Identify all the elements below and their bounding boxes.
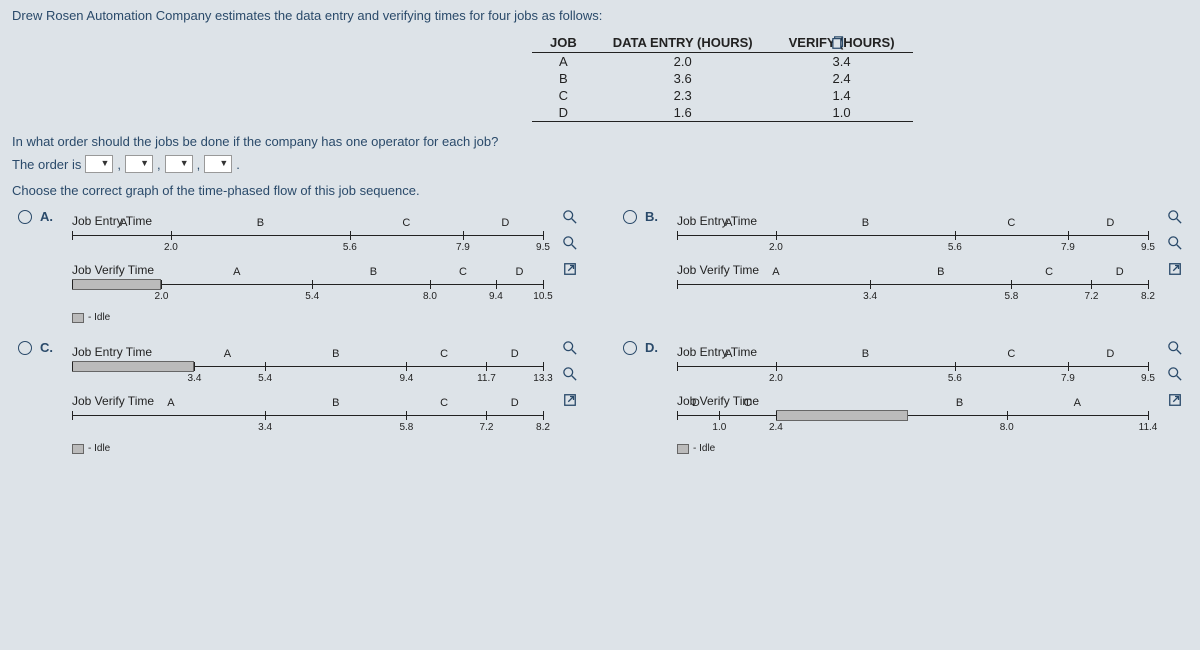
col-job: JOB bbox=[532, 33, 595, 53]
order-dropdown-1[interactable] bbox=[85, 155, 113, 173]
question-order: In what order should the jobs be done if… bbox=[12, 134, 1188, 149]
popout-icon[interactable] bbox=[561, 391, 579, 409]
jobs-table: JOB DATA ENTRY (HOURS) VERIFY (HOURS) A2… bbox=[532, 33, 913, 122]
zoom-in-icon[interactable] bbox=[561, 339, 579, 357]
entry-title: Job Entry Time bbox=[677, 214, 1148, 228]
idle-legend: - Idle bbox=[88, 443, 110, 454]
col-entry: DATA ENTRY (HOURS) bbox=[595, 33, 771, 53]
verify-title: Job Verify Time bbox=[72, 263, 543, 277]
popout-icon[interactable] bbox=[1166, 260, 1184, 278]
idle-swatch bbox=[677, 444, 689, 454]
order-prefix: The order is bbox=[12, 157, 81, 172]
radio-c[interactable] bbox=[18, 341, 32, 355]
zoom-in-icon[interactable] bbox=[1166, 339, 1184, 357]
option-b-label: B. bbox=[645, 209, 665, 224]
zoom-reset-icon[interactable] bbox=[1166, 365, 1184, 383]
order-dropdown-2[interactable] bbox=[125, 155, 153, 173]
verify-title: Job Verify Time bbox=[677, 263, 1148, 277]
entry-title: Job Entry Time bbox=[72, 214, 543, 228]
verify-title: Job Verify Time bbox=[72, 394, 543, 408]
copy-table-icon[interactable] bbox=[832, 36, 846, 50]
zoom-reset-icon[interactable] bbox=[1166, 234, 1184, 252]
idle-legend: - Idle bbox=[88, 312, 110, 323]
order-dropdown-3[interactable] bbox=[165, 155, 193, 173]
radio-a[interactable] bbox=[18, 210, 32, 224]
entry-title: Job Entry Time bbox=[72, 345, 543, 359]
option-d[interactable]: D. Job Entry Time A B C D 2.0 5.6 7.9 9.… bbox=[623, 339, 1188, 458]
entry-title: Job Entry Time bbox=[677, 345, 1148, 359]
choose-graph: Choose the correct graph of the time-pha… bbox=[12, 183, 1188, 198]
table-row: C2.31.4 bbox=[532, 87, 913, 104]
order-dropdown-4[interactable] bbox=[204, 155, 232, 173]
table-row: A2.03.4 bbox=[532, 53, 913, 71]
option-d-label: D. bbox=[645, 340, 665, 355]
table-row: B3.62.4 bbox=[532, 70, 913, 87]
idle-swatch bbox=[72, 444, 84, 454]
radio-d[interactable] bbox=[623, 341, 637, 355]
popout-icon[interactable] bbox=[561, 260, 579, 278]
zoom-reset-icon[interactable] bbox=[561, 234, 579, 252]
option-b[interactable]: B. Job Entry Time A B C D 2.0 5.6 7.9 9.… bbox=[623, 208, 1188, 327]
option-a-label: A. bbox=[40, 209, 60, 224]
popout-icon[interactable] bbox=[1166, 391, 1184, 409]
option-a[interactable]: A. Job Entry Time A B C D 2.0 5.6 7.9 9.… bbox=[18, 208, 583, 327]
zoom-in-icon[interactable] bbox=[1166, 208, 1184, 226]
zoom-reset-icon[interactable] bbox=[561, 365, 579, 383]
idle-legend: - Idle bbox=[693, 443, 715, 454]
zoom-in-icon[interactable] bbox=[561, 208, 579, 226]
table-row: D1.61.0 bbox=[532, 104, 913, 122]
option-c[interactable]: C. Job Entry Time A B C D 3.4 5.4 9.4 11… bbox=[18, 339, 583, 458]
option-c-label: C. bbox=[40, 340, 60, 355]
radio-b[interactable] bbox=[623, 210, 637, 224]
problem-intro: Drew Rosen Automation Company estimates … bbox=[12, 8, 1188, 23]
idle-swatch bbox=[72, 313, 84, 323]
